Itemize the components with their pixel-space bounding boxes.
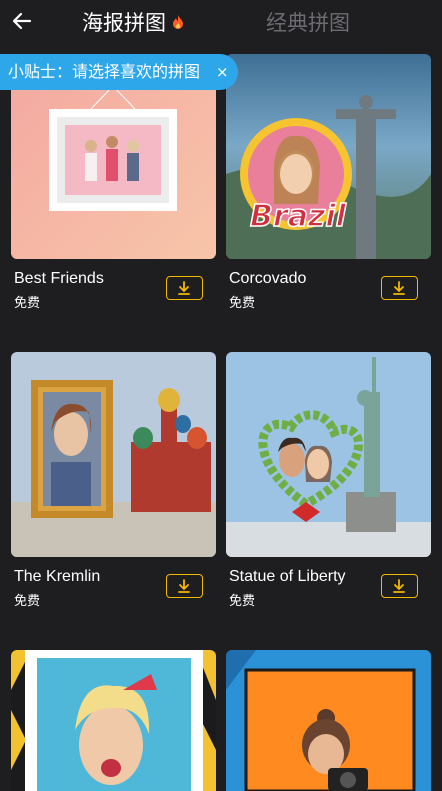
download-button[interactable] (381, 276, 418, 300)
template-card[interactable] (226, 650, 431, 791)
template-title: The Kremlin (14, 568, 101, 585)
template-title: Corcovado (229, 270, 307, 287)
template-price: 免费 (14, 594, 41, 609)
template-thumbnail[interactable] (226, 352, 431, 557)
download-icon (393, 281, 405, 295)
download-icon (393, 579, 405, 593)
template-thumbnail[interactable]: Brazil (226, 54, 431, 259)
template-price: 免费 (229, 594, 256, 609)
tip-text: 小贴士：请选择喜欢的拼图 (8, 62, 201, 81)
tab-classic-collage[interactable]: 经典拼图 (266, 7, 350, 37)
template-thumbnail[interactable] (11, 352, 216, 557)
tip-close-icon[interactable]: × (216, 54, 229, 90)
template-card[interactable]: The Kremlin 免费 (11, 352, 216, 612)
download-button[interactable] (166, 574, 203, 598)
template-price: 免费 (14, 296, 41, 311)
tab-poster-collage[interactable]: 海报拼图 (82, 7, 166, 37)
template-card[interactable]: Statue of Liberty 免费 (226, 352, 431, 612)
template-price: 免费 (229, 296, 256, 311)
brazil-badge-text: Brazil (250, 199, 347, 234)
download-button[interactable] (166, 276, 203, 300)
template-title: Statue of Liberty (229, 568, 346, 585)
template-card[interactable]: Best Friends 免费 (11, 54, 216, 314)
download-icon (178, 579, 190, 593)
fire-icon (173, 15, 183, 29)
download-icon (178, 281, 190, 295)
download-button[interactable] (381, 574, 418, 598)
tip-banner: 小贴士：请选择喜欢的拼图 × (0, 54, 238, 90)
template-thumbnail[interactable] (11, 650, 216, 791)
template-title: Best Friends (14, 270, 104, 287)
template-thumbnail[interactable] (226, 650, 431, 791)
back-arrow-icon[interactable] (10, 9, 34, 33)
template-card[interactable] (11, 650, 216, 791)
top-bar: 海报拼图 经典拼图 (0, 0, 442, 44)
template-card[interactable]: Brazil Corcovado 免费 (226, 54, 431, 314)
